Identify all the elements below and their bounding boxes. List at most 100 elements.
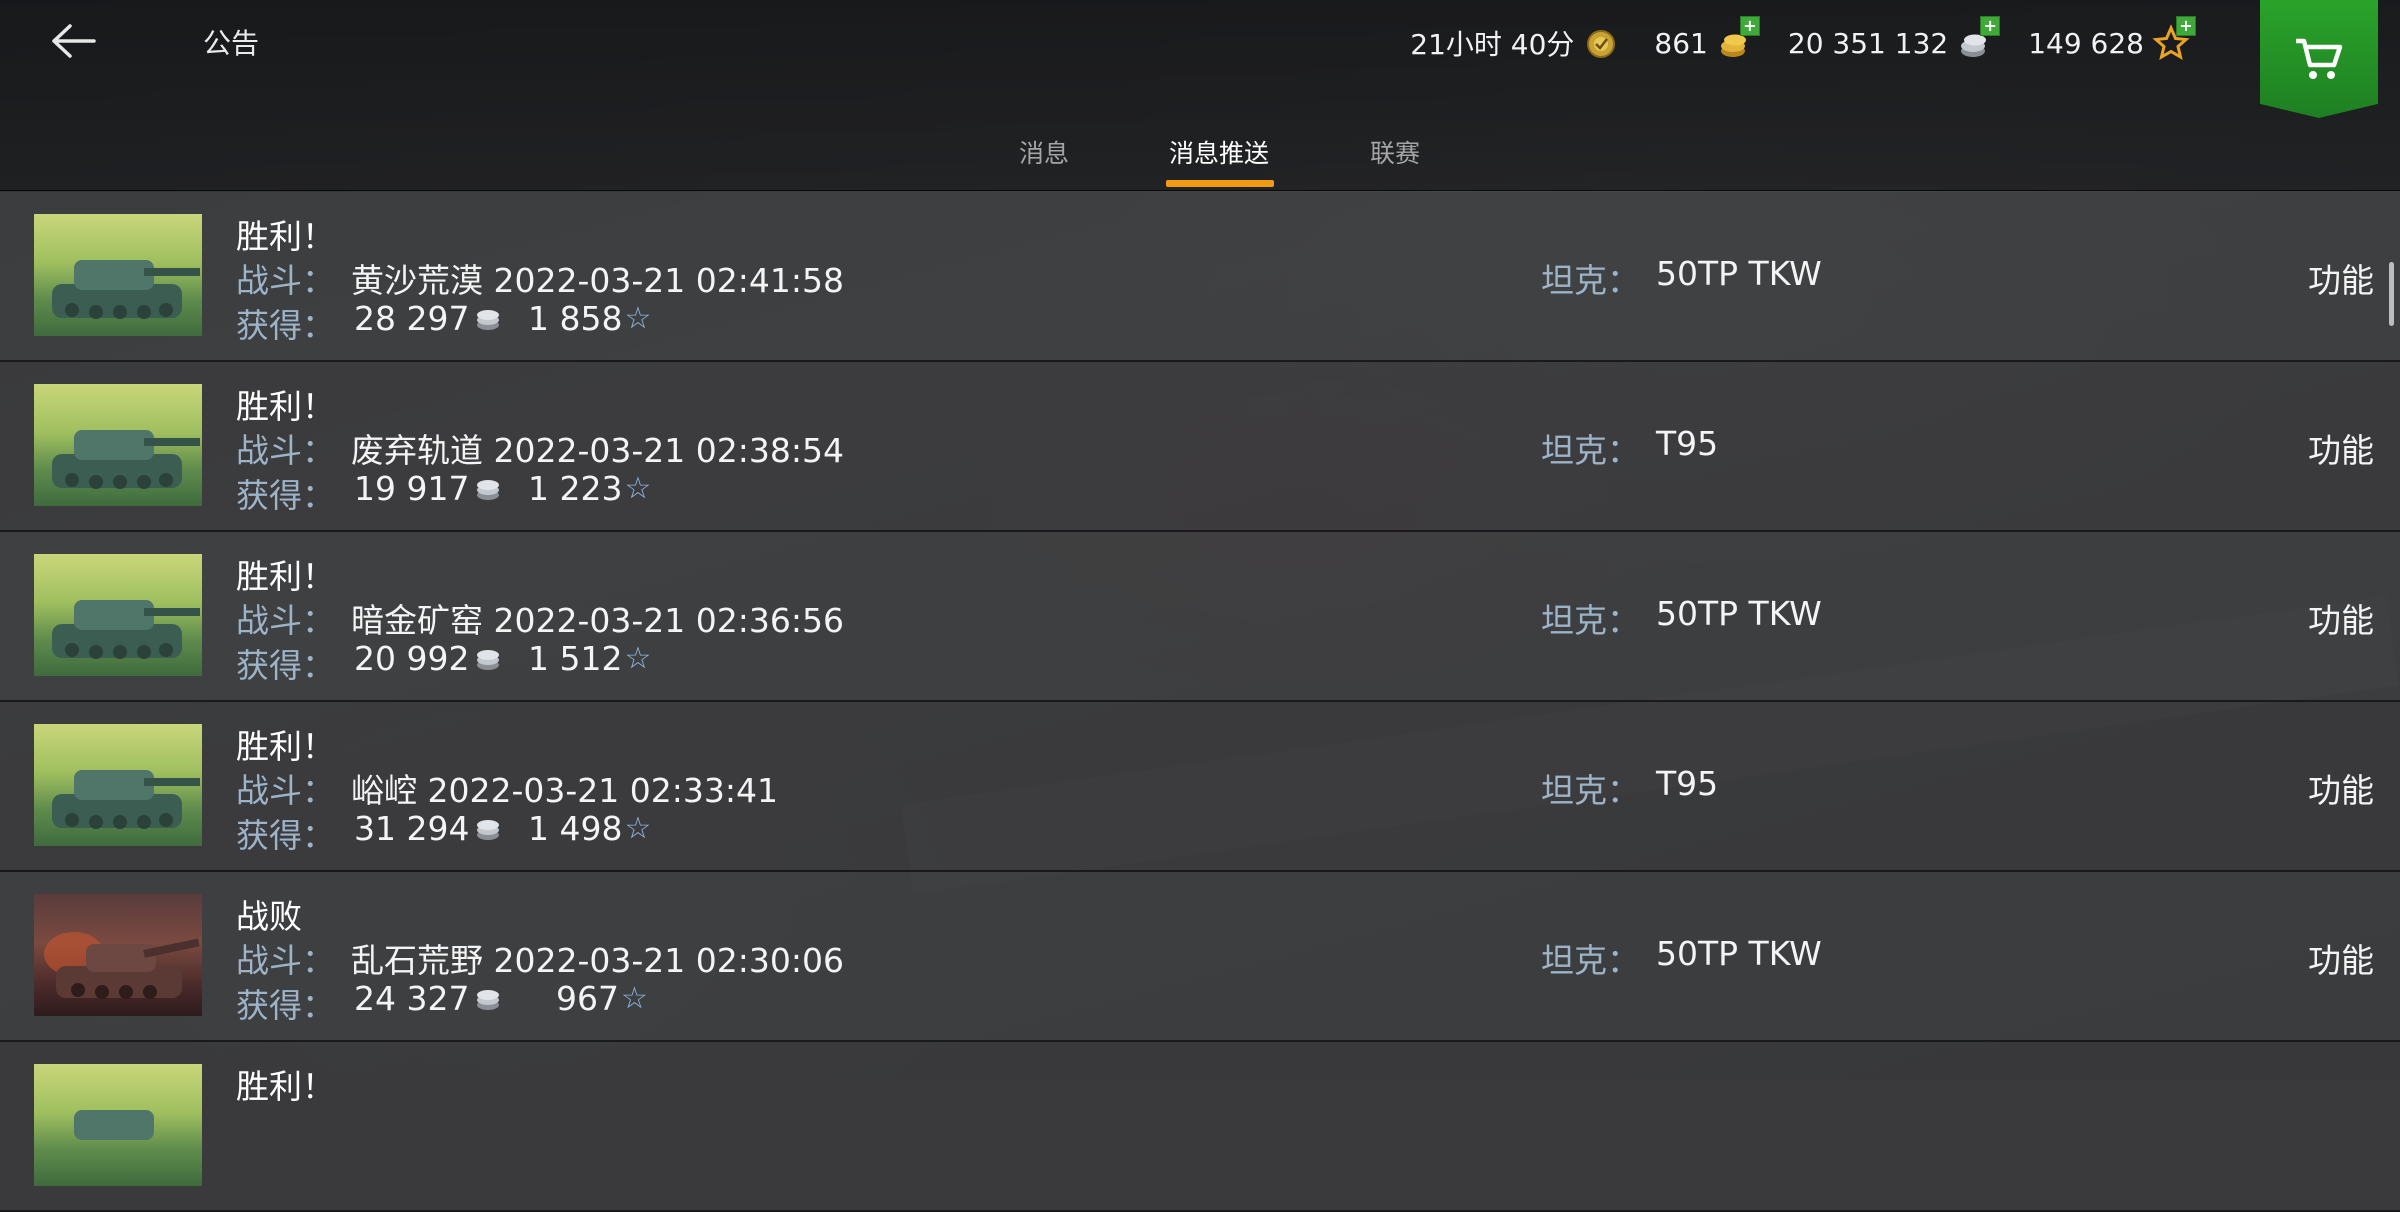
tank-label: 坦克： <box>1541 771 1640 810</box>
gold-coins-icon: + <box>1716 16 1760 62</box>
battle-result: 胜利！ <box>236 1067 335 1106</box>
earned-credits: 20 992 <box>354 639 503 678</box>
earned-credits-value: 19 917 <box>354 469 470 508</box>
earned-label: 获得： <box>236 646 335 685</box>
star-icon: ☆ <box>624 300 652 336</box>
function-button[interactable]: 功能 <box>2308 764 2374 812</box>
earned-xp: 1 858 ☆ <box>528 299 651 338</box>
gold-balance[interactable]: 861 + <box>1654 16 1760 62</box>
free-xp-balance[interactable]: 149 628 + <box>2028 16 2196 62</box>
premium-time[interactable]: 21小时 40分 <box>1410 23 1620 63</box>
tank-thumbnail <box>34 214 202 336</box>
battle-result: 战败 <box>236 897 302 936</box>
battle-result: 胜利！ <box>236 387 335 426</box>
scrollbar[interactable] <box>2389 262 2394 326</box>
tank-thumbnail <box>34 384 202 506</box>
earned-credits: 31 294 <box>354 809 503 848</box>
function-button[interactable]: 功能 <box>2308 424 2374 472</box>
tank-name: 50TP TKW <box>1656 254 1822 293</box>
list-item[interactable]: 胜利！ 战斗： 废弃轨道 2022-03-21 02:38:54 获得： 19 … <box>0 362 2400 532</box>
silver-coins-icon <box>477 989 500 1010</box>
list-item[interactable]: 战败 战斗： 乱石荒野 2022-03-21 02:30:06 获得： 24 3… <box>0 872 2400 1042</box>
star-icon: ☆ <box>624 470 652 506</box>
earned-xp: 1 498 ☆ <box>528 809 651 848</box>
tank-thumbnail <box>34 554 202 676</box>
list-item[interactable]: 胜利！ 战斗： 暗金矿窑 2022-03-21 02:36:56 获得： 20 … <box>0 532 2400 702</box>
battle-map-time: 废弃轨道 2022-03-21 02:38:54 <box>351 431 844 470</box>
tank-label: 坦克： <box>1541 431 1640 470</box>
earned-credits-value: 28 297 <box>354 299 470 338</box>
silver-coins-icon <box>477 479 500 500</box>
list-item[interactable]: 胜利！ 战斗： 黄沙荒漠 2022-03-21 02:41:58 获得： 28 … <box>0 192 2400 362</box>
star-icon: ☆ <box>624 810 652 846</box>
earned-xp-value: 1 223 <box>528 469 623 508</box>
silver-coins-icon <box>477 649 500 670</box>
earned-label: 获得： <box>236 986 335 1025</box>
earned-xp-value: 1 512 <box>528 639 623 678</box>
active-tab-indicator <box>1166 180 1274 187</box>
star-icon: ☆ <box>621 980 648 1016</box>
battle-map-time: 黄沙荒漠 2022-03-21 02:41:58 <box>351 261 844 300</box>
function-button[interactable]: 功能 <box>2308 594 2374 642</box>
credits-value: 20 351 132 <box>1787 26 1949 60</box>
earned-xp: 1 512 ☆ <box>528 639 651 678</box>
earned-label: 获得： <box>236 306 335 345</box>
function-button[interactable]: 功能 <box>2308 934 2374 982</box>
tank-name: T95 <box>1656 764 1719 803</box>
gold-value: 861 <box>1654 26 1708 60</box>
cart-icon <box>2296 38 2343 79</box>
battle-map-time: 暗金矿窑 2022-03-21 02:36:56 <box>351 601 844 640</box>
earned-xp: 1 223 ☆ <box>528 469 651 508</box>
earned-xp-value: 967 <box>556 979 619 1018</box>
earned-credits-value: 31 294 <box>354 809 470 848</box>
shop-button[interactable] <box>2260 0 2378 118</box>
tank-name: T95 <box>1656 424 1719 463</box>
battle-result: 胜利！ <box>236 217 335 256</box>
tank-thumbnail <box>34 894 202 1016</box>
star-icon: ☆ <box>624 640 652 676</box>
earned-credits-value: 24 327 <box>354 979 470 1018</box>
tab-push-messages[interactable]: 消息推送 <box>1169 134 1269 170</box>
tank-thumbnail <box>34 1064 202 1186</box>
add-free-xp-icon[interactable]: + <box>2176 16 2196 36</box>
list-item[interactable]: 胜利！ <box>0 1042 2400 1212</box>
free-xp-value: 149 628 <box>2028 26 2144 60</box>
battle-label: 战斗： <box>236 601 335 640</box>
add-credits-icon[interactable]: + <box>1980 16 2001 36</box>
message-list: 胜利！ 战斗： 黄沙荒漠 2022-03-21 02:41:58 获得： 28 … <box>0 192 2400 1212</box>
silver-coins-icon: + <box>1956 16 2001 62</box>
arrow-left-icon <box>52 24 96 58</box>
add-gold-icon[interactable]: + <box>1739 16 1760 36</box>
credits-balance[interactable]: 20 351 132 + <box>1787 16 2001 62</box>
list-item[interactable]: 胜利！ 战斗： 峪崆 2022-03-21 02:33:41 获得： 31 29… <box>0 702 2400 872</box>
tank-label: 坦克： <box>1541 261 1640 300</box>
top-bar: 公告 21小时 40分 861 + 20 351 132 + 149 628 +… <box>0 0 2400 191</box>
earned-label: 获得： <box>236 476 335 515</box>
earned-xp-value: 1 498 <box>528 809 623 848</box>
battle-label: 战斗： <box>236 941 335 980</box>
page-title: 公告 <box>203 27 260 60</box>
tank-label: 坦克： <box>1541 601 1640 640</box>
earned-credits: 19 917 <box>354 469 503 508</box>
silver-coins-icon <box>477 309 500 330</box>
tank-name: 50TP TKW <box>1656 934 1822 973</box>
battle-map-time: 峪崆 2022-03-21 02:33:41 <box>351 771 778 810</box>
back-button[interactable] <box>48 18 104 64</box>
tab-messages[interactable]: 消息 <box>1019 134 1069 170</box>
battle-label: 战斗： <box>236 771 335 810</box>
battle-label: 战斗： <box>236 431 335 470</box>
battle-map-time: 乱石荒野 2022-03-21 02:30:06 <box>351 941 844 980</box>
premium-medal-icon <box>1582 24 1620 62</box>
premium-time-value: 21小时 40分 <box>1410 28 1575 61</box>
tab-bar: 消息 消息推送 联赛 <box>0 120 2400 190</box>
earned-label: 获得： <box>236 816 335 855</box>
earned-credits-value: 20 992 <box>354 639 470 678</box>
tank-thumbnail <box>34 724 202 846</box>
battle-result: 胜利！ <box>236 727 335 766</box>
earned-credits: 24 327 <box>354 979 503 1018</box>
battle-label: 战斗： <box>236 261 335 300</box>
function-button[interactable]: 功能 <box>2308 254 2374 302</box>
earned-credits: 28 297 <box>354 299 503 338</box>
star-icon: + <box>2152 16 2196 62</box>
tab-league[interactable]: 联赛 <box>1370 134 1420 170</box>
